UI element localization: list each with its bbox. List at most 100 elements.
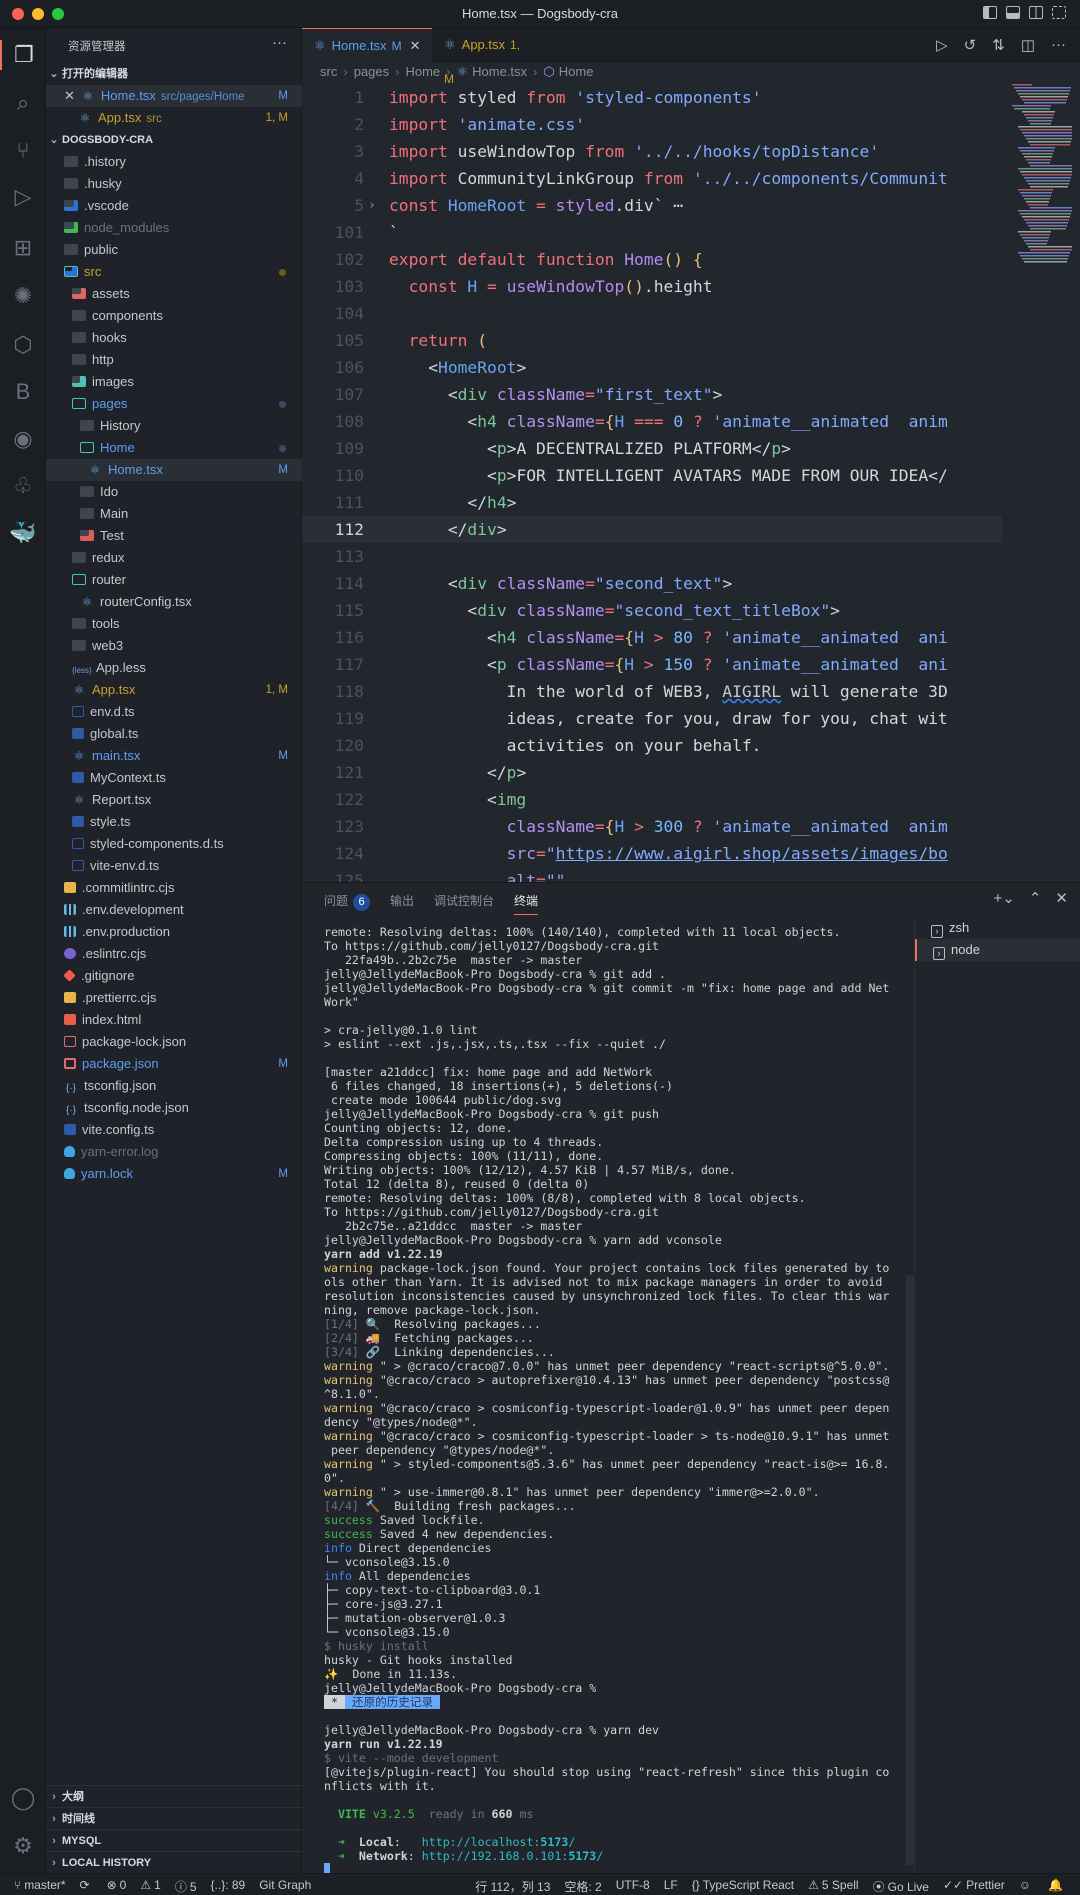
file-tree-item[interactable]: .eslintrc.cjs — [46, 943, 302, 965]
file-tree-item[interactable]: ⚛ routerConfig.tsx — [46, 591, 302, 613]
file-tree-item[interactable]: {less} App.less — [46, 657, 302, 679]
status-item[interactable]: ⚠ 1 — [140, 1878, 160, 1895]
file-tree-item[interactable]: http — [46, 349, 302, 371]
run-icon[interactable]: ▷ — [936, 36, 948, 54]
panel-tab[interactable]: 问题 6 — [324, 889, 371, 915]
maximize-panel-icon[interactable]: ⌃ — [1029, 889, 1042, 907]
sidebar-section[interactable]: › 时间线 — [46, 1807, 302, 1829]
file-tree-item[interactable]: .vscode — [46, 195, 302, 217]
account-icon[interactable]: ◯ — [0, 1785, 46, 1811]
github-icon[interactable]: ◉ — [0, 424, 46, 454]
file-tree-item[interactable]: index.html — [46, 1009, 302, 1031]
file-tree-item[interactable]: yarn.lock M — [46, 1163, 302, 1185]
panel-tab[interactable]: 输出 — [390, 889, 414, 915]
project-section[interactable]: ⌄ DOGSBODY-CRA — [46, 129, 302, 151]
file-tree-item[interactable]: vite-env.d.ts — [46, 855, 302, 877]
status-item[interactable]: ⟳ — [80, 1878, 93, 1895]
toggle-secondary-sidebar-icon[interactable] — [1029, 6, 1043, 19]
file-tree-item[interactable]: global.ts — [46, 723, 302, 745]
file-tree-item[interactable]: MyContext.ts — [46, 767, 302, 789]
terminal-scrollbar[interactable] — [906, 1275, 914, 1865]
terminal-instance-zsh[interactable]: › zsh — [915, 917, 1080, 939]
file-tree-item[interactable]: pages — [46, 393, 302, 415]
file-tree-item[interactable]: .husky — [46, 173, 302, 195]
sidebar-section[interactable]: › 大纲 — [46, 1785, 302, 1807]
tab-app-tsx[interactable]: ⚛ App.tsx 1, M — [432, 28, 532, 86]
status-item[interactable]: {..}: 89 — [211, 1878, 246, 1895]
file-tree-item[interactable]: {·} tsconfig.json — [46, 1075, 302, 1097]
fold-chevron-icon[interactable]: › — [368, 192, 376, 219]
timeline-history-icon[interactable]: ↺ — [964, 36, 977, 54]
file-tree-item[interactable]: yarn-error.log — [46, 1141, 302, 1163]
compare-changes-icon[interactable]: ⇅ — [992, 36, 1005, 54]
close-panel-icon[interactable]: ✕ — [1055, 889, 1068, 907]
file-tree-item[interactable]: env.d.ts — [46, 701, 302, 723]
status-item[interactable]: ⑂ master* — [14, 1878, 66, 1895]
panel-tab[interactable]: 终端 — [514, 889, 539, 915]
file-tree-item[interactable]: web3 — [46, 635, 302, 657]
package-icon[interactable]: ⬡ — [0, 330, 46, 360]
tree-check-icon[interactable]: ♧ — [0, 471, 46, 501]
file-tree-item[interactable]: router — [46, 569, 302, 591]
file-tree-item[interactable]: .gitignore — [46, 965, 302, 987]
file-tree-item[interactable]: .commitlintrc.cjs — [46, 877, 302, 899]
file-tree-item[interactable]: assets — [46, 283, 302, 305]
tab-home-tsx[interactable]: ⚛ Home.tsx M ✕ — [302, 28, 432, 62]
breadcrumb-item[interactable]: src — [320, 64, 337, 79]
breadcrumb-item[interactable]: Home — [405, 64, 440, 79]
split-editor-icon[interactable]: ◫ — [1021, 36, 1035, 54]
file-tree-item[interactable]: Home — [46, 437, 302, 459]
status-item[interactable]: 行 112，列 13 — [475, 1878, 550, 1895]
status-item[interactable]: LF — [664, 1878, 678, 1895]
status-item[interactable]: 🔔 — [1048, 1878, 1066, 1895]
extensions-icon[interactable]: ⊞ — [0, 233, 46, 263]
settings-gear-icon[interactable]: ⚙ — [0, 1833, 46, 1859]
sidebar-section[interactable]: › MYSQL — [46, 1829, 302, 1851]
status-item[interactable]: ⊗ 0 — [107, 1878, 127, 1895]
open-editor-item[interactable]: ⚛ App.tsx src 1, M — [46, 107, 302, 129]
close-tab-icon[interactable]: ✕ — [410, 38, 421, 53]
minimap[interactable] — [1008, 84, 1072, 264]
file-tree-item[interactable]: tools — [46, 613, 302, 635]
file-tree-item[interactable]: .env.development — [46, 899, 302, 921]
more-actions-icon[interactable]: ··· — [1051, 36, 1066, 54]
status-item[interactable]: ✓✓ Prettier — [943, 1878, 1005, 1895]
file-tree-item[interactable]: ⚛ Home.tsx M — [46, 459, 302, 481]
file-tree-item[interactable]: components — [46, 305, 302, 327]
open-editors-section[interactable]: ⌄ 打开的编辑器 — [46, 63, 302, 85]
file-tree-item[interactable]: styled-components.d.ts — [46, 833, 302, 855]
file-tree-item[interactable]: redux — [46, 547, 302, 569]
close-editor-icon[interactable]: ✕ — [64, 88, 75, 103]
search-icon[interactable]: ⌕ — [0, 88, 46, 118]
docker-icon[interactable]: 🐳 — [0, 518, 46, 548]
open-editor-item[interactable]: ✕ ⚛ Home.tsx src/pages/Home M — [46, 85, 302, 107]
file-tree-item[interactable]: Test — [46, 525, 302, 547]
code-editor[interactable]: 1 import styled from 'styled-components' 2… — [302, 84, 1002, 882]
file-tree-item[interactable]: ⚛ App.tsx 1, M — [46, 679, 302, 701]
file-tree-item[interactable]: node_modules — [46, 217, 302, 239]
terminal-output[interactable]: remote: Resolving deltas: 100% (140/140)… — [324, 925, 914, 1877]
file-tree-item[interactable]: {·} tsconfig.node.json — [46, 1097, 302, 1119]
file-tree-item[interactable]: Ido — [46, 481, 302, 503]
file-tree-item[interactable]: images — [46, 371, 302, 393]
file-tree-item[interactable]: History — [46, 415, 302, 437]
file-tree-item[interactable]: .env.production — [46, 921, 302, 943]
customize-layout-icon[interactable] — [1052, 6, 1066, 19]
toggle-sidebar-icon[interactable] — [983, 6, 997, 19]
sidebar-section[interactable]: › LOCAL HISTORY — [46, 1851, 302, 1873]
status-item[interactable]: ⓘ 5 — [175, 1878, 197, 1895]
file-tree-item[interactable]: src — [46, 261, 302, 283]
file-tree-item[interactable]: package-lock.json — [46, 1031, 302, 1053]
breadcrumb-item[interactable]: Home.tsx — [472, 64, 527, 79]
status-item[interactable]: ☺ — [1019, 1878, 1034, 1895]
panel-tab[interactable]: 调试控制台 — [434, 889, 494, 915]
new-terminal-icon[interactable]: +⌄ — [994, 889, 1015, 907]
file-tree-item[interactable]: ⚛ Report.tsx — [46, 789, 302, 811]
file-tree-item[interactable]: .prettierrc.cjs — [46, 987, 302, 1009]
status-item[interactable]: 空格: 2 — [564, 1878, 601, 1895]
openai-icon[interactable]: ✺ — [0, 281, 46, 311]
run-debug-icon[interactable]: ▷ — [0, 182, 46, 212]
file-tree-item[interactable]: .history — [46, 151, 302, 173]
files-icon[interactable]: ❐ — [0, 40, 46, 70]
file-tree-item[interactable]: Main — [46, 503, 302, 525]
